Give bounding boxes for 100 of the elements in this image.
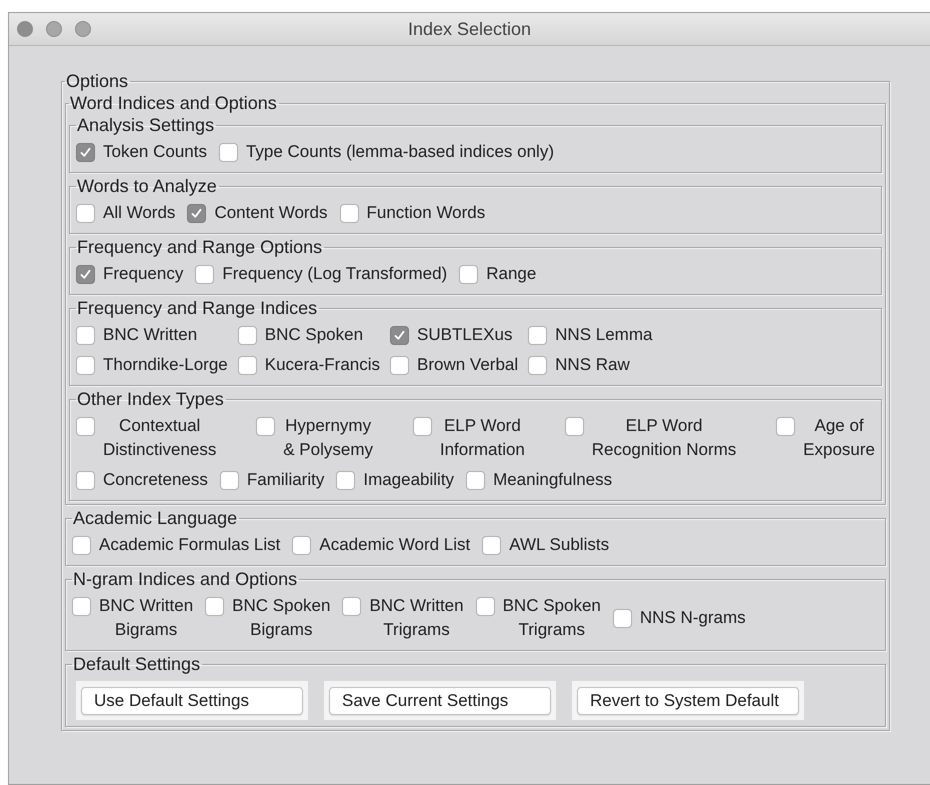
checkbox[interactable] [72,597,91,616]
checkbox-item[interactable]: Brown Verbal [390,355,518,377]
checkbox[interactable] [76,471,95,490]
checkbox-item[interactable]: SUBTLEXus [390,325,518,347]
checkbox-item[interactable]: Hypernymy & Polysemy [256,416,373,462]
checkbox-label: Type Counts (lemma-based indices only) [246,141,554,163]
checkbox[interactable] [528,326,548,345]
zoom-icon[interactable] [75,21,91,37]
checkbox-item[interactable]: Frequency (Log Transformed) [195,264,448,286]
checkbox[interactable] [218,143,238,162]
checkbox-item[interactable]: BNC Written Bigrams [72,596,194,642]
checkbox-item[interactable]: Academic Formulas List [72,535,280,557]
group-title: Default Settings [72,653,202,675]
checkbox[interactable] [76,417,95,436]
checkbox[interactable] [564,417,584,436]
checkbox[interactable] [612,609,632,628]
checkbox-item[interactable]: BNC Spoken Trigrams [476,596,601,642]
checkbox-item[interactable]: NNS N-grams [612,608,746,630]
group-title: Academic Language [72,507,238,529]
checkbox[interactable] [76,326,95,345]
checkbox[interactable] [390,356,410,375]
checkbox-item[interactable]: AWL Sublists [482,535,610,557]
checkbox[interactable] [72,536,91,555]
checkbox-item[interactable]: BNC Written [76,325,228,347]
checkbox-item[interactable]: BNC Written Trigrams [342,596,464,642]
checkbox[interactable] [342,597,362,616]
checkbox-label: Familiarity [246,469,324,491]
checkbox[interactable] [205,597,224,616]
checkbox-label: Imageability [363,469,454,491]
check-icon [79,268,92,281]
checkbox-label: Brown Verbal [417,354,518,376]
checkbox[interactable] [292,536,312,555]
checkbox[interactable] [238,326,257,345]
options-title: Options [65,70,130,92]
checkbox-item[interactable]: BNC Spoken [238,325,380,347]
checkbox[interactable] [238,356,257,375]
checkbox-item[interactable]: Content Words [187,203,328,225]
checkbox-item[interactable]: Token Counts [76,142,207,164]
checkbox[interactable] [466,471,486,490]
checkbox-item[interactable]: Kucera-Francis [238,355,380,377]
checkbox[interactable] [187,204,206,223]
group-title: Words to Analyze [76,175,218,197]
checkbox[interactable] [76,143,95,162]
close-icon[interactable] [17,21,33,37]
checkbox-item[interactable]: Familiarity [220,470,324,492]
checkbox-item[interactable]: Thorndike-Lorge [76,355,228,377]
check-icon [190,207,204,220]
checkbox-item[interactable]: NNS Raw [528,355,652,377]
check-icon [79,146,92,159]
checkbox[interactable] [76,265,95,284]
checkbox[interactable] [256,417,276,436]
checkbox-item[interactable]: Contextual Distinctiveness [76,416,216,462]
checkbox-label: Concreteness [103,469,208,491]
checkbox-item[interactable]: Type Counts (lemma-based indices only) [218,142,554,164]
checkbox-item[interactable]: BNC Spoken Bigrams [205,596,330,642]
checkbox[interactable] [776,417,796,436]
checkbox-label: Function Words [366,202,486,224]
checkbox[interactable] [340,204,359,223]
checkbox-label: NNS Raw [555,354,630,376]
checkbox-item[interactable]: Meaningfulness [466,470,612,492]
group-title: N-gram Indices and Options [72,568,298,590]
checkbox-label: Kucera-Francis [264,354,380,376]
checkbox[interactable] [336,471,356,490]
checkbox-item[interactable]: ELP Word Recognition Norms [564,416,736,462]
checkbox-label: NNS N-grams [640,607,746,629]
checkbox-item[interactable]: Academic Word List [292,535,470,557]
checkbox[interactable] [528,356,548,375]
checkbox-item[interactable]: NNS Lemma [528,325,652,347]
checkbox-label: BNC Written Bigrams [99,595,194,641]
checkbox[interactable] [482,536,502,555]
checkbox[interactable] [459,265,478,284]
checkbox-item[interactable]: Age of Exposure [776,416,875,462]
settings-button[interactable]: Revert to System Default [577,687,799,715]
settings-button[interactable]: Save Current Settings [329,687,551,715]
settings-button[interactable]: Use Default Settings [81,687,303,715]
checkbox-label: Thorndike-Lorge [103,354,228,376]
checkbox[interactable] [220,471,239,490]
checkbox-label: Academic Word List [319,534,470,556]
checkbox-label: Range [486,263,536,285]
checkbox-item[interactable]: Frequency [76,264,184,286]
checkbox-item[interactable]: Range [459,264,536,286]
checkbox-label: AWL Sublists [509,534,610,556]
checkbox-label: BNC Spoken Trigrams [502,595,601,641]
checkbox[interactable] [390,326,410,345]
checkbox-label: Token Counts [103,141,207,163]
checkbox[interactable] [195,265,214,284]
checkbox[interactable] [476,597,495,616]
minimize-icon[interactable] [46,21,62,37]
checkbox-label: Content Words [214,202,328,224]
checkbox-label: BNC Spoken Bigrams [232,595,330,641]
checkbox-item[interactable]: Concreteness [76,470,208,492]
checkbox[interactable] [76,204,95,223]
checkbox-item[interactable]: ELP Word Information [412,416,525,462]
checkbox[interactable] [76,356,95,375]
checkbox-item[interactable]: Imageability [336,470,454,492]
checkbox-label: Age of Exposure [803,415,875,461]
checkbox-item[interactable]: All Words [76,203,176,225]
checkbox[interactable] [412,417,432,436]
group-title: Other Index Types [76,388,225,410]
checkbox-item[interactable]: Function Words [340,203,486,225]
